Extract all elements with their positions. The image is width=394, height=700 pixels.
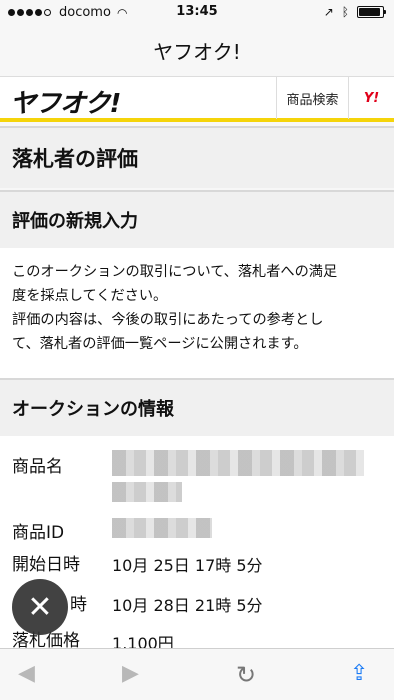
battery-icon bbox=[357, 6, 386, 18]
back-icon[interactable]: ◀ bbox=[18, 661, 35, 686]
location-arrow-icon: ↗ bbox=[323, 5, 334, 19]
auction-info-heading: オークションの情報 bbox=[0, 378, 394, 436]
product-search-button[interactable]: 商品検索 bbox=[276, 77, 348, 119]
description-line: て、落札者の評価一覧ページに公開されます。 bbox=[12, 336, 308, 352]
start-time-value: 10月 25日 17時 5分 bbox=[112, 556, 263, 575]
yahuoku-logo[interactable]: ヤフオク! bbox=[10, 83, 121, 120]
page-heading: 落札者の評価 bbox=[0, 126, 394, 188]
new-rating-description: このオークションの取引について、落札者への満足 度を採点してください。 評価の内… bbox=[0, 248, 394, 378]
reload-icon[interactable]: ↻ bbox=[236, 661, 256, 689]
description-line: 度を採点してください。 bbox=[12, 288, 168, 304]
description-line: このオークションの取引について、落札者への満足 bbox=[12, 264, 338, 280]
browser-page-title[interactable]: ヤフオク! bbox=[0, 24, 394, 76]
status-right: ↗ ᛒ bbox=[323, 5, 386, 19]
new-rating-heading: 評価の新規入力 bbox=[0, 190, 394, 248]
share-icon[interactable]: ⇪ bbox=[350, 661, 368, 686]
status-bar: docomo ◠ 13:45 ↗ ᛒ bbox=[0, 0, 394, 24]
item-name-redacted bbox=[112, 482, 182, 502]
item-name-redacted bbox=[112, 450, 364, 476]
end-time-value: 10月 28日 21時 5分 bbox=[112, 596, 263, 615]
yahoo-logo-button[interactable]: Y! bbox=[348, 77, 394, 119]
browser-toolbar: ◀ ▶ ↻ ⇪ bbox=[0, 648, 394, 700]
start-time-label: 開始日時 bbox=[12, 555, 80, 575]
forward-icon[interactable]: ▶ bbox=[122, 661, 139, 686]
site-header: ヤフオク! 商品検索 Y! bbox=[0, 76, 394, 122]
bluetooth-icon: ᛒ bbox=[341, 5, 349, 19]
item-name-label: 商品名 bbox=[12, 457, 63, 477]
description-line: 評価の内容は、今後の取引にあたっての参考とし bbox=[12, 312, 324, 328]
item-id-label: 商品ID bbox=[12, 523, 65, 543]
end-time-label: 時 bbox=[70, 595, 87, 615]
close-icon: ✕ bbox=[27, 589, 53, 625]
item-id-redacted bbox=[112, 518, 212, 538]
close-button[interactable]: ✕ bbox=[12, 579, 68, 635]
